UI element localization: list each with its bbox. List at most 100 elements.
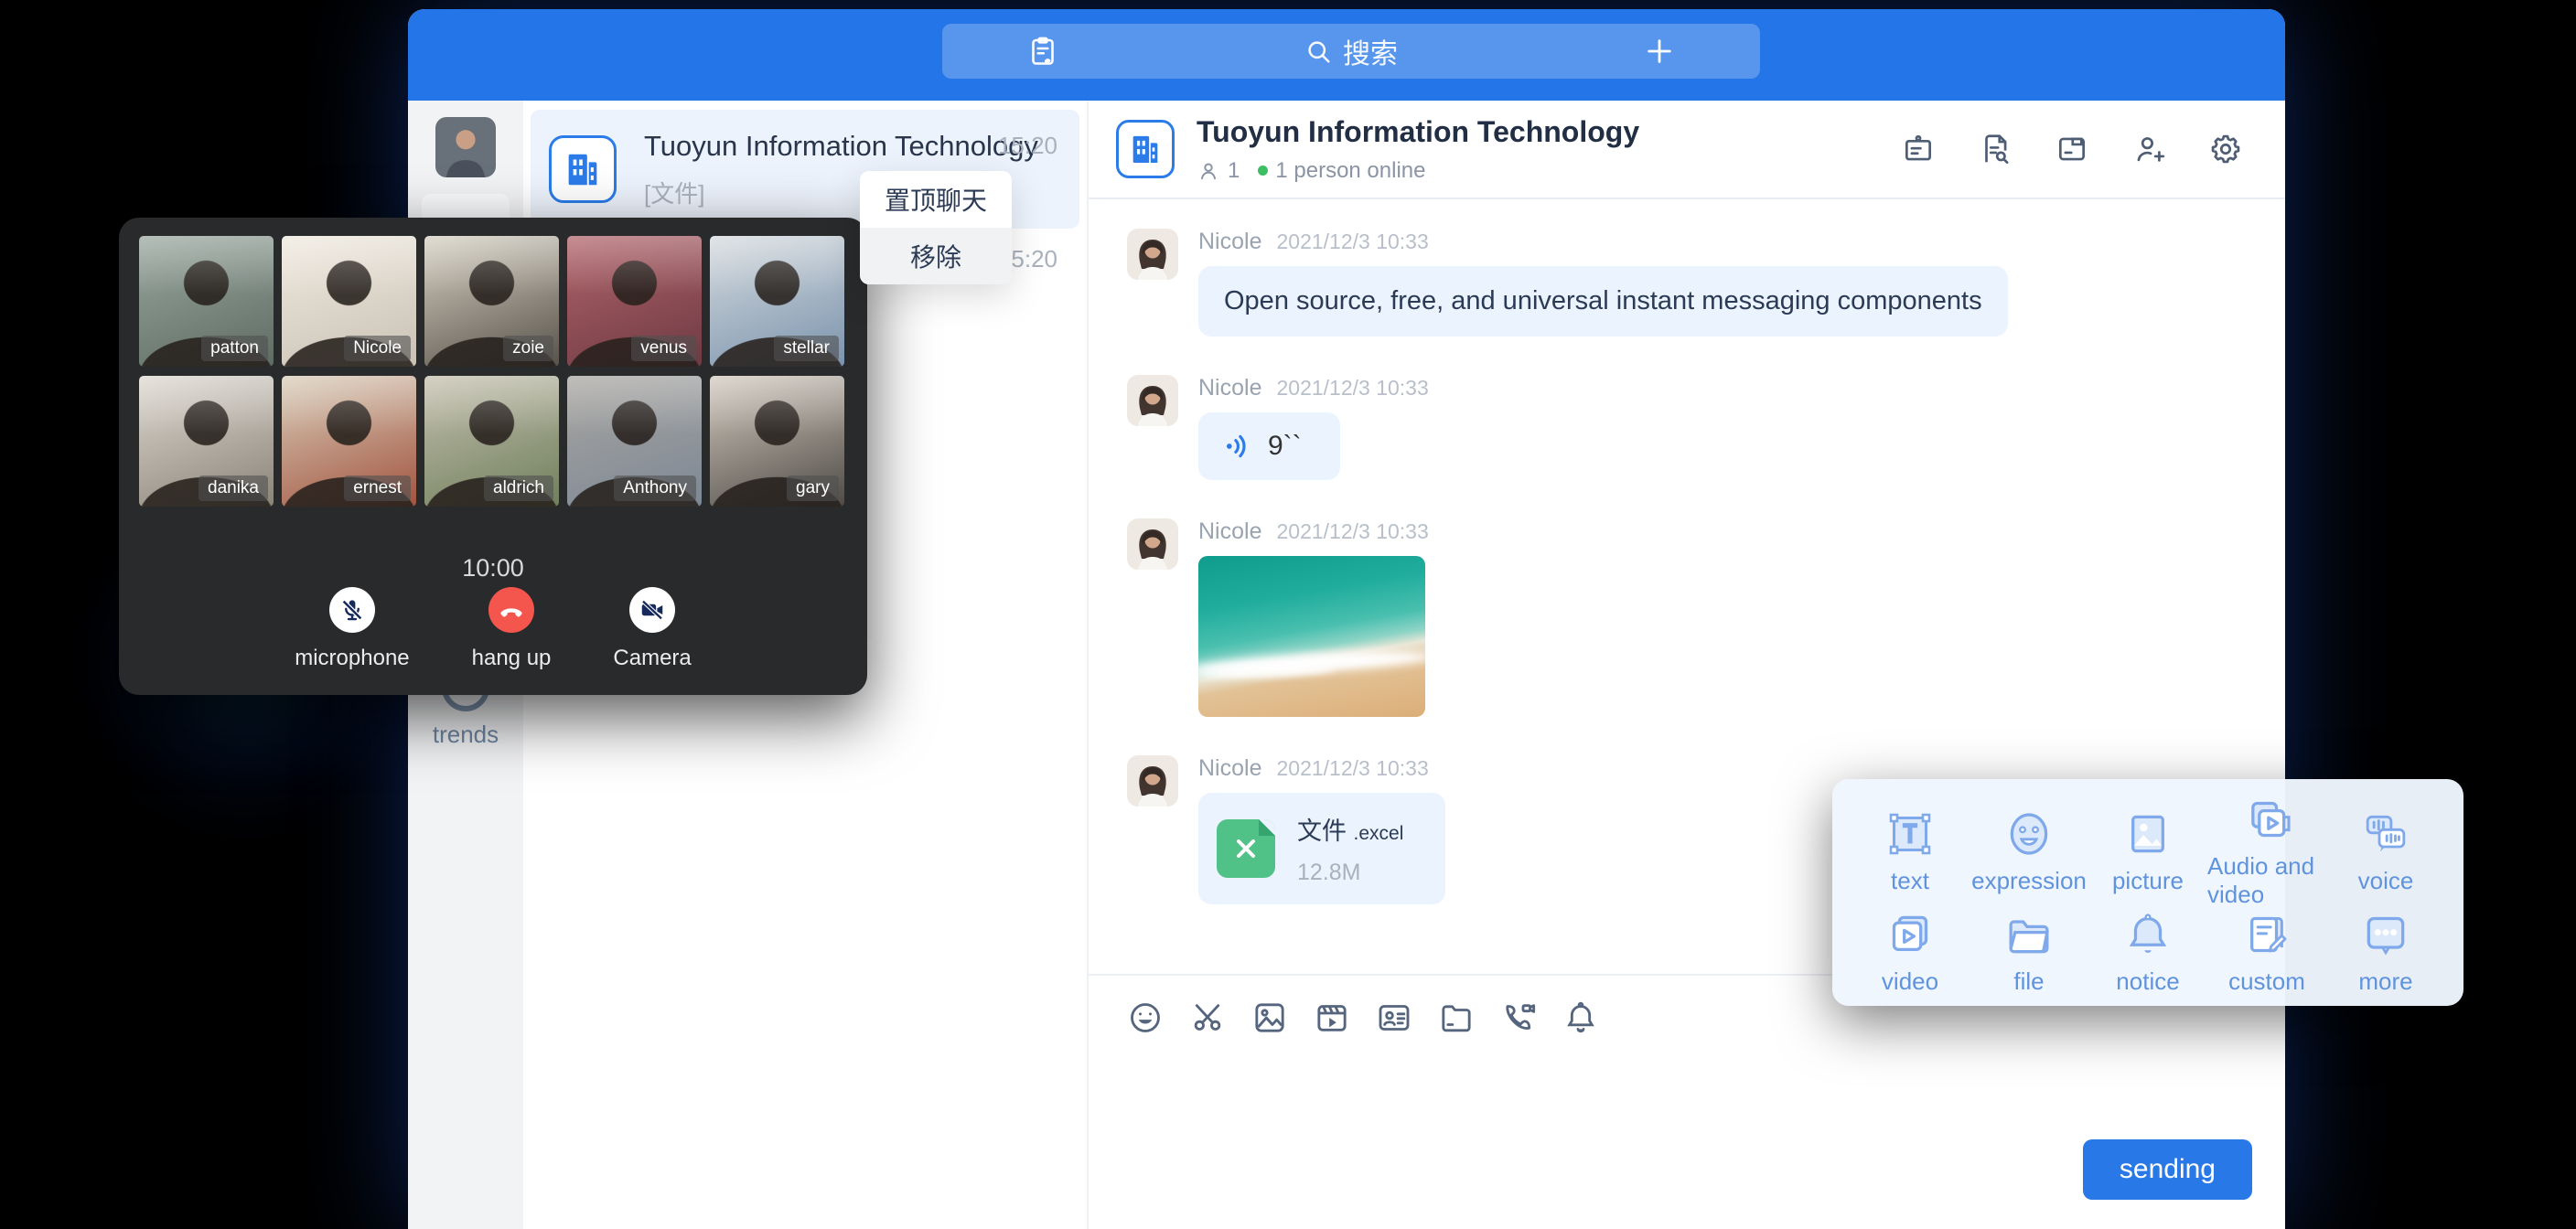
participant-name: venus — [631, 336, 696, 361]
voice-icon — [2360, 808, 2411, 860]
sender-avatar[interactable] — [1127, 229, 1178, 280]
voice-duration: 9`` — [1268, 431, 1302, 462]
sender-avatar-image — [1127, 755, 1178, 807]
notification-bell-icon[interactable] — [1562, 999, 1599, 1036]
menu-item-remove[interactable]: 移除 — [860, 228, 1012, 284]
participant-name: patton — [201, 336, 268, 361]
participant-tile[interactable]: ernest — [282, 376, 416, 507]
sender-avatar[interactable] — [1127, 755, 1178, 807]
audio-video-icon — [2241, 794, 2292, 845]
search-input[interactable]: 搜索 — [1143, 24, 1559, 79]
panel-item-voice[interactable]: voice — [2326, 794, 2445, 909]
message-time: 2021/12/3 10:33 — [1276, 376, 1428, 401]
online-dot — [1258, 166, 1268, 176]
member-icon — [1197, 159, 1220, 183]
file-folder-icon — [2003, 909, 2055, 960]
panel-item-expression[interactable]: expression — [1970, 794, 2088, 909]
microphone-toggle[interactable]: microphone — [295, 587, 409, 671]
user-avatar[interactable] — [435, 117, 496, 177]
hangup-label: hang up — [472, 646, 552, 671]
emoji-icon[interactable] — [1127, 999, 1164, 1036]
video-call-icon[interactable] — [1500, 999, 1537, 1036]
participant-grid: patton Nicole zoie venus stellar danika … — [119, 218, 867, 507]
add-member-icon[interactable] — [2131, 132, 2166, 166]
participant-tile[interactable]: Anthony — [567, 376, 702, 507]
microphone-button[interactable] — [329, 587, 375, 633]
file-bubble[interactable]: 文件 .excel 12.8M — [1198, 793, 1445, 904]
panel-item-label: custom — [2228, 967, 2305, 996]
expression-icon — [2003, 808, 2055, 860]
sender-avatar[interactable] — [1127, 518, 1178, 570]
participant-tile[interactable]: zoie — [424, 236, 559, 367]
call-record-button[interactable] — [942, 24, 1143, 79]
video-icon — [1884, 909, 1936, 960]
panel-item-picture[interactable]: picture — [2088, 794, 2207, 909]
participant-tile[interactable]: stellar — [710, 236, 844, 367]
message-body: Nicole 2021/12/3 10:33 文件 — [1198, 755, 1445, 904]
online-status: 1 person online — [1275, 158, 1425, 184]
image-attachment-beach[interactable] — [1198, 556, 1425, 717]
panel-item-text[interactable]: text — [1851, 794, 1970, 909]
file-icon[interactable] — [2055, 132, 2089, 166]
building-icon — [1127, 131, 1164, 167]
panel-item-label: voice — [2358, 867, 2414, 895]
call-record-icon — [1026, 35, 1059, 68]
panel-item-video[interactable]: video — [1851, 909, 1970, 996]
camera-button[interactable] — [629, 587, 675, 633]
user-avatar-image — [435, 117, 496, 177]
hangup-control[interactable]: hang up — [472, 587, 552, 671]
contact-card-icon[interactable] — [1376, 999, 1412, 1036]
excel-file-icon — [1217, 819, 1275, 878]
panel-item-file[interactable]: file — [1970, 909, 2088, 996]
participant-tile[interactable]: Nicole — [282, 236, 416, 367]
panel-item-label: picture — [2112, 867, 2184, 895]
participant-name: Nicole — [344, 336, 411, 361]
folder-icon[interactable] — [1438, 999, 1475, 1036]
message-voice: Nicole 2021/12/3 10:33 9`` — [1127, 375, 2285, 480]
sender-avatar-image — [1127, 375, 1178, 426]
message-text: Nicole 2021/12/3 10:33 Open source, free… — [1127, 229, 2285, 337]
participant-tile[interactable]: patton — [139, 236, 274, 367]
participant-tile[interactable]: venus — [567, 236, 702, 367]
panel-item-label: more — [2358, 967, 2412, 996]
participant-tile[interactable]: gary — [710, 376, 844, 507]
video-call-overlay: patton Nicole zoie venus stellar danika … — [119, 218, 867, 695]
picture-icon[interactable] — [1251, 999, 1288, 1036]
search-icon — [1304, 37, 1332, 65]
file-size: 12.8M — [1297, 860, 1403, 886]
participant-tile[interactable]: aldrich — [424, 376, 559, 507]
camera-toggle[interactable]: Camera — [613, 587, 691, 671]
picture-icon — [2122, 808, 2174, 860]
conversation-time: 15:20 — [998, 132, 1057, 160]
microphone-label: microphone — [295, 646, 409, 671]
message-time: 2021/12/3 10:33 — [1276, 756, 1428, 781]
panel-item-custom[interactable]: custom — [2207, 909, 2326, 996]
add-button[interactable] — [1559, 24, 1760, 79]
sender-name: Nicole — [1198, 229, 1261, 255]
chat-title: Tuoyun Information Technology — [1197, 115, 1639, 149]
settings-gear-icon[interactable] — [2208, 132, 2243, 166]
call-timer: 10:00 — [119, 554, 867, 582]
participant-tile[interactable]: danika — [139, 376, 274, 507]
screenshot-scissors-icon[interactable] — [1189, 999, 1226, 1036]
hangup-icon — [498, 596, 525, 624]
message-meta: Nicole 2021/12/3 10:33 — [1198, 375, 1429, 401]
chat-subtitle: 1 1 person online — [1197, 158, 1639, 184]
send-button[interactable]: sending — [2083, 1139, 2252, 1200]
sender-name: Nicole — [1198, 755, 1261, 782]
voice-bubble[interactable]: 9`` — [1198, 412, 1340, 480]
plus-icon — [1644, 36, 1675, 67]
search-placeholder: 搜索 — [1343, 31, 1398, 71]
panel-item-more[interactable]: more — [2326, 909, 2445, 996]
video-icon[interactable] — [1314, 999, 1350, 1036]
participant-name: zoie — [503, 336, 553, 361]
sender-avatar[interactable] — [1127, 375, 1178, 426]
panel-item-audio-video[interactable]: Audio and video — [2207, 794, 2326, 909]
menu-item-pin-chat[interactable]: 置顶聊天 — [860, 171, 1012, 228]
text-bubble: Open source, free, and universal instant… — [1198, 266, 2008, 337]
panel-item-notice[interactable]: notice — [2088, 909, 2207, 996]
chat-history-search-icon[interactable] — [1978, 132, 2012, 166]
message-time: 2021/12/3 10:33 — [1276, 519, 1428, 544]
hangup-button[interactable] — [488, 587, 534, 633]
notice-board-icon[interactable] — [1901, 132, 1936, 166]
